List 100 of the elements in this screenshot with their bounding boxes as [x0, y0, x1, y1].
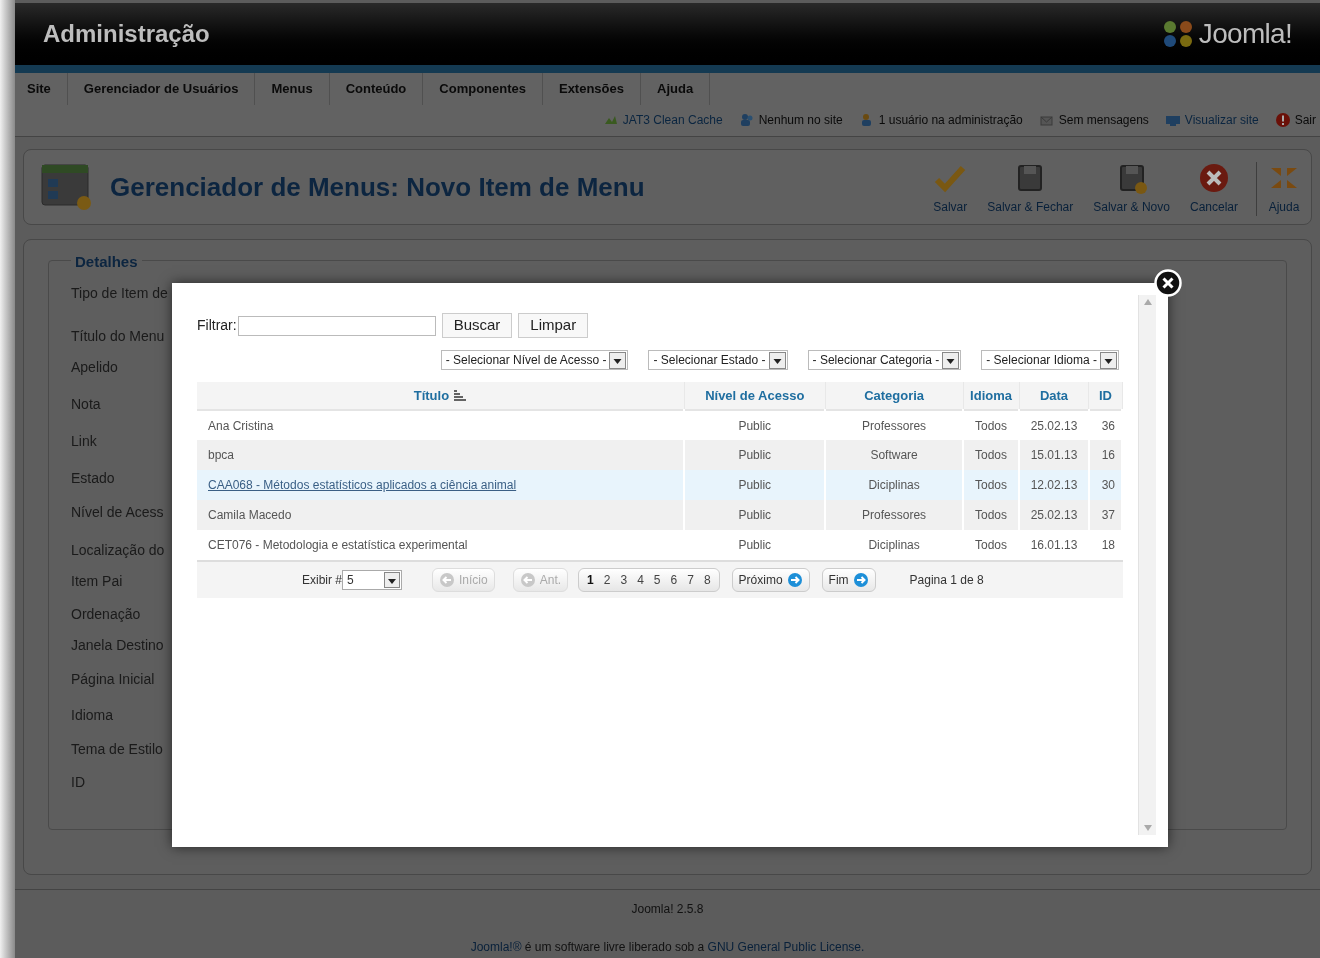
field-label: Ordenação	[71, 605, 141, 624]
arrow-left-icon	[439, 572, 455, 588]
table-cell: Software	[870, 448, 918, 462]
table-cell: Diciplinas	[868, 538, 920, 552]
arrow-right-icon	[852, 572, 869, 588]
column-header[interactable]: Título	[413, 385, 450, 406]
page-number[interactable]: 6	[666, 571, 682, 589]
footer-version: Joomla! 2.5.8	[631, 901, 704, 918]
menu-item[interactable]: Site	[15, 73, 68, 105]
toolbar-button[interactable]: Ajuda	[1256, 162, 1311, 216]
filter-field[interactable]	[237, 315, 436, 336]
column-header[interactable]: Categoria	[864, 385, 925, 406]
table-cell: 25.02.13	[1030, 418, 1078, 433]
menu-item[interactable]: Menus	[255, 73, 330, 105]
table-cell: 25.02.13	[1030, 508, 1078, 522]
status-link[interactable]: Sair	[1294, 111, 1316, 129]
field-label: Página Inicial	[71, 670, 155, 689]
item-title-link[interactable]: bpca	[208, 448, 235, 462]
status-link[interactable]: Sem mensagens	[1058, 111, 1149, 129]
item-title-link[interactable]: CAA068 - Métodos estatísticos aplicados a ciência animal	[208, 478, 517, 492]
sort-icon	[453, 389, 468, 402]
filter-select[interactable]: - Selecionar Categoria -	[807, 350, 962, 370]
page-title: Gerenciador de Menus: Novo Item de Menu	[110, 170, 645, 204]
status-link[interactable]: Nenhum no site	[758, 111, 843, 129]
page-number[interactable]: 5	[649, 571, 665, 589]
field-label: Tipo de Item de	[71, 284, 168, 303]
item-title-link[interactable]: Ana Cristina	[208, 418, 274, 433]
table-cell: Public	[738, 448, 772, 462]
table-cell: 18	[1101, 538, 1115, 552]
alert-icon	[1274, 112, 1291, 128]
field-label: ID	[71, 773, 85, 792]
table-cell: Diciplinas	[868, 478, 920, 492]
table-cell: Public	[738, 418, 772, 433]
menu-item[interactable]: Conteúdo	[329, 73, 424, 105]
page-number[interactable]: 8	[699, 571, 715, 589]
table-cell: 15.01.13	[1030, 448, 1078, 462]
table-cell: 16.01.13	[1030, 538, 1078, 552]
menu-item[interactable]: Extensões	[542, 73, 641, 105]
column-header[interactable]: ID	[1099, 385, 1112, 406]
table-cell: Todos	[975, 448, 1008, 462]
toolbar-button[interactable]: Salvar & Novo	[1083, 162, 1180, 216]
column-header[interactable]: Idioma	[970, 385, 1012, 406]
page-number[interactable]: 4	[633, 571, 648, 589]
pagination-button[interactable]: Fim	[821, 568, 876, 592]
filter-select[interactable]: - Selecionar Idioma -	[981, 350, 1119, 370]
show-label: Exibir #	[302, 572, 342, 589]
field-label: Idioma	[71, 706, 114, 725]
field-label: Nota	[71, 395, 101, 414]
arrow-right-icon	[786, 572, 803, 588]
arrow-left-icon	[519, 572, 536, 588]
menu-item[interactable]: Componentes	[423, 73, 543, 105]
filter-select[interactable]: - Selecionar Estado -	[648, 350, 788, 370]
cancel-icon	[1197, 162, 1231, 194]
status-link[interactable]: Visualizar site	[1184, 111, 1259, 129]
toolbar-button[interactable]: Salvar & Fechar	[977, 162, 1084, 216]
table-cell: Professores	[862, 418, 927, 433]
page-number[interactable]: 3	[616, 571, 632, 589]
page-number[interactable]: 1	[583, 571, 598, 589]
field-label: Link	[71, 432, 97, 451]
field-label: Título do Menu	[71, 327, 165, 346]
column-header[interactable]: Data	[1039, 385, 1069, 406]
menu-item[interactable]: Ajuda	[641, 73, 711, 105]
users-icon	[738, 112, 755, 128]
table-cell: Todos	[975, 508, 1008, 522]
scroll-up-icon[interactable]	[1143, 299, 1152, 305]
page-number[interactable]: 2	[599, 571, 615, 589]
field-label: Nível de Acess	[71, 503, 164, 522]
column-header[interactable]: Nível de Acesso	[705, 385, 805, 406]
header-title: Administração	[43, 19, 210, 49]
item-title-link[interactable]: CET076 - Metodologia e estatística experimental	[208, 538, 468, 552]
field-label: Localização do	[71, 541, 165, 560]
page-size-select[interactable]: 5	[342, 570, 402, 590]
table-cell: Todos	[975, 478, 1008, 492]
menu-item[interactable]: Gerenciador de Usuários	[67, 73, 256, 105]
table-cell: 12.02.13	[1030, 478, 1078, 492]
table-cell: Professores	[862, 508, 927, 522]
toolbar-button[interactable]: Cancelar	[1179, 162, 1248, 216]
table-cell: Public	[738, 508, 772, 522]
filter-label: Filtrar:	[197, 316, 237, 335]
item-title-link[interactable]: Camila Macedo	[208, 508, 292, 522]
filter-select[interactable]: - Selecionar Nível de Acesso -	[440, 350, 629, 370]
table-cell: Todos	[975, 538, 1008, 552]
status-link[interactable]: 1 usuário na administração	[878, 111, 1023, 129]
pagination-button[interactable]: Próximo	[731, 568, 810, 592]
footer-license: Joomla!® é um software livre liberado sob a GNU General Public License.	[470, 939, 865, 956]
filter-button[interactable]: Buscar	[441, 313, 513, 338]
page-info: Pagina 1 de 8	[909, 572, 984, 589]
page-number[interactable]: 7	[683, 571, 698, 589]
table-cell: 30	[1101, 478, 1115, 492]
field-label: Item Pai	[71, 572, 123, 591]
logo-text: Joomla!	[1198, 17, 1292, 51]
status-link[interactable]: JAT3 Clean Cache	[622, 111, 723, 129]
table-cell: 37	[1101, 508, 1115, 522]
scroll-down-icon[interactable]	[1143, 825, 1152, 831]
table-cell: Public	[738, 538, 772, 552]
table-cell: Public	[738, 478, 772, 492]
menu-manager-icon	[40, 163, 94, 211]
filter-button[interactable]: Limpar	[518, 313, 589, 338]
field-label: Tema de Estilo	[71, 740, 163, 759]
toolbar-button[interactable]: Salvar	[923, 162, 978, 216]
